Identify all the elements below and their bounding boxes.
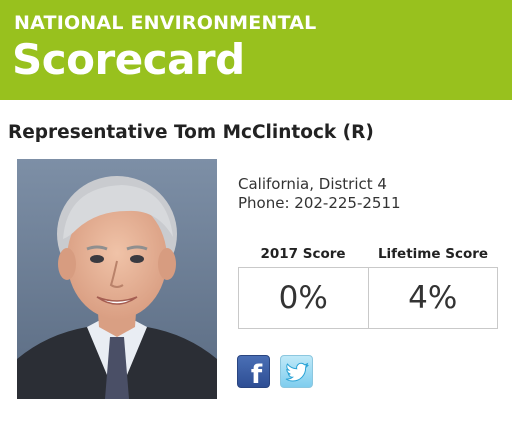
representative-info: California, District 4 Phone: 202-225-25… [238, 175, 401, 213]
representative-photo [17, 159, 217, 399]
representative-phone: Phone: 202-225-2511 [238, 194, 401, 212]
lifetime-score-label: Lifetime Score [377, 246, 489, 262]
twitter-share-button[interactable] [280, 355, 313, 388]
facebook-share-button[interactable]: f [237, 355, 270, 390]
representative-location: California, District 4 [238, 175, 387, 193]
facebook-icon: f [250, 359, 263, 390]
header-banner: NATIONAL ENVIRONMENTAL Scorecard [0, 0, 512, 100]
representative-name: Representative Tom McClintock (R) [8, 122, 374, 143]
lifetime-score-value: 4% [367, 268, 498, 328]
twitter-icon [285, 362, 309, 382]
year-score-label: 2017 Score [260, 246, 346, 262]
banner-title: Scorecard [12, 35, 245, 84]
banner-kicker: NATIONAL ENVIRONMENTAL [14, 12, 317, 34]
score-table: 0% 4% [238, 267, 498, 329]
year-score-value: 0% [278, 280, 328, 316]
